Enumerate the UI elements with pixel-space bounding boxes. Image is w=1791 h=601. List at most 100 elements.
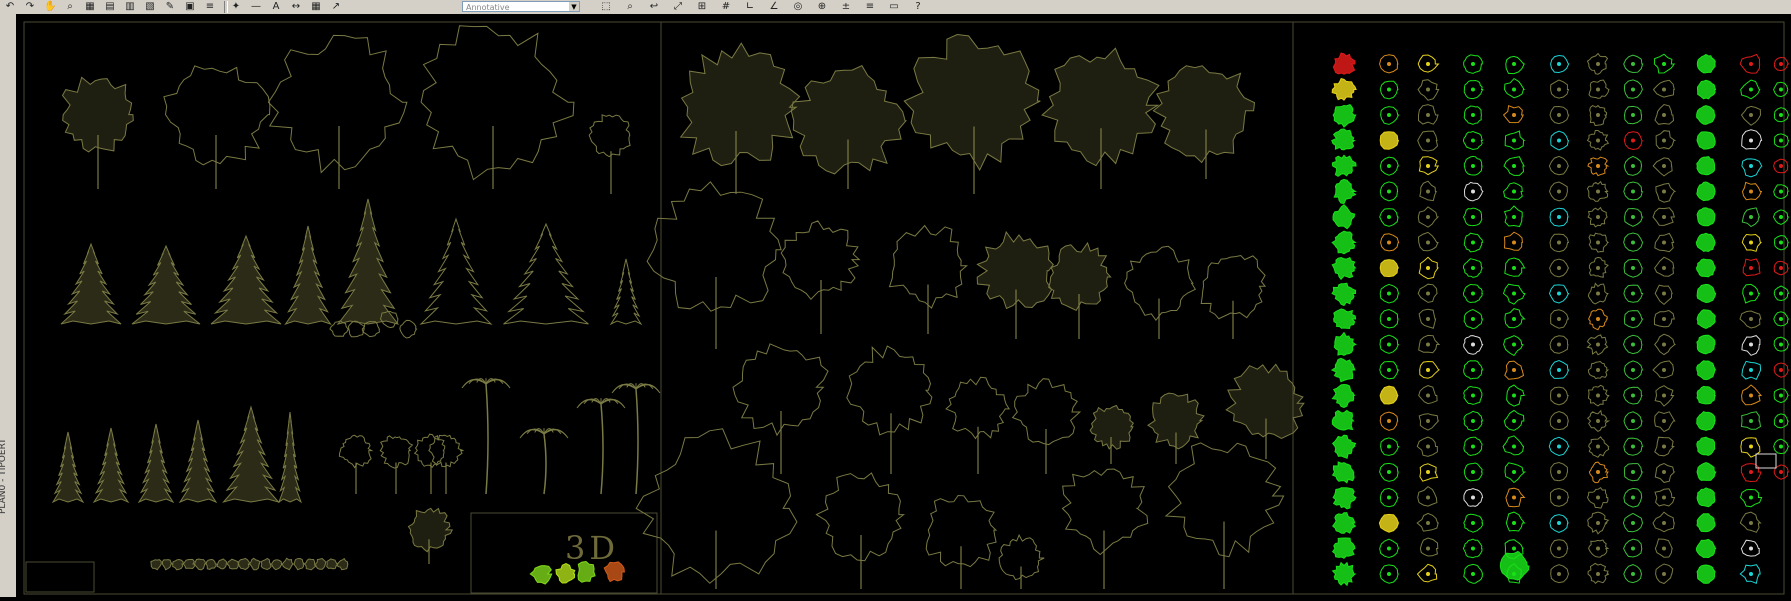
model-space-canvas[interactable]: 3D	[16, 14, 1791, 597]
zoom-extents-icon[interactable]: ⤢	[672, 1, 684, 12]
tree-canopy	[428, 434, 464, 468]
polar-icon[interactable]: ∠	[768, 1, 780, 12]
plan-symbol-center	[1557, 572, 1561, 576]
table-style-icon[interactable]: ▦	[310, 1, 322, 12]
zoom-window-icon[interactable]: ⌕	[624, 1, 636, 12]
plan-symbol-center	[1749, 368, 1753, 372]
plan-symbol-center	[1749, 572, 1753, 576]
plan-symbol-center	[1631, 546, 1635, 551]
shrub	[260, 557, 272, 571]
plan-symbol-center	[1631, 164, 1635, 168]
tree-canopy	[679, 42, 801, 167]
plan-symbol-center	[1779, 342, 1783, 347]
undo-icon[interactable]: ↶	[4, 1, 16, 12]
plan-symbol-center	[1512, 240, 1516, 245]
snap-icon[interactable]: ⊞	[696, 1, 708, 12]
calculator-icon[interactable]: ▣	[184, 1, 196, 12]
plan-symbol-center	[1426, 495, 1430, 500]
plan-symbol-center	[1512, 113, 1516, 117]
plan-symbol-center	[1779, 87, 1783, 92]
conifer-tree	[178, 419, 218, 504]
plan-symbol-center	[1749, 444, 1753, 449]
text-style-icon[interactable]: A	[270, 1, 282, 12]
palm-trunk	[635, 388, 639, 495]
linetype-icon[interactable]: —	[250, 1, 262, 12]
plan-symbol-center	[1631, 215, 1635, 219]
markup-icon[interactable]: ✎	[164, 1, 176, 12]
plan-symbol	[1697, 79, 1717, 100]
multileader-icon[interactable]: ↗	[330, 1, 342, 12]
deciduous-trees-group	[635, 33, 1305, 589]
plan-symbol-center	[1512, 215, 1516, 219]
plan-symbol-center	[1557, 470, 1561, 474]
plan-symbol-center	[1471, 444, 1475, 449]
plan-symbol-center	[1426, 342, 1430, 347]
plan-symbol-center	[1426, 62, 1430, 66]
dyn-icon[interactable]: ±	[840, 1, 852, 12]
palm-frond	[613, 383, 637, 392]
plan-symbol-center	[1662, 317, 1666, 321]
help-icon[interactable]: ?	[912, 1, 924, 12]
tree-canopy	[998, 533, 1045, 581]
properties-icon[interactable]: ▦	[84, 1, 96, 12]
redo-icon[interactable]: ↷	[24, 1, 36, 12]
plan-symbol-center	[1631, 419, 1635, 423]
plan-symbol	[1331, 282, 1357, 307]
lwt-icon[interactable]: ≡	[864, 1, 876, 12]
otrack-icon[interactable]: ⊕	[816, 1, 828, 12]
match-properties-icon[interactable]: ✦	[230, 1, 242, 12]
sidebar-label: PLAN0 - TIPOERT	[0, 438, 8, 514]
layer-icon[interactable]: ≡	[204, 1, 216, 12]
dim-style-icon[interactable]: ↔	[290, 1, 302, 12]
plan-symbol-center	[1596, 240, 1600, 245]
design-center-icon[interactable]: ▤	[104, 1, 116, 12]
grid-icon[interactable]: #	[720, 1, 732, 12]
pan-icon[interactable]: ✋	[44, 1, 56, 12]
conifer-tree	[92, 427, 130, 504]
plan-symbol	[1696, 309, 1716, 330]
chevron-down-icon[interactable]: ▼	[569, 2, 579, 11]
tool-palettes-icon[interactable]: ▥	[124, 1, 136, 12]
conifer-tree	[60, 242, 122, 325]
plan-symbol-center	[1631, 189, 1635, 194]
plan-symbol-center	[1596, 572, 1600, 576]
plan-symbol-center	[1662, 342, 1666, 347]
model-icon[interactable]: ▭	[888, 1, 900, 12]
plan-symbol-center	[1471, 495, 1475, 500]
plan-symbol	[1505, 511, 1526, 532]
zoom-previous-icon[interactable]: ↩	[648, 1, 660, 12]
plan-symbol-center	[1557, 521, 1561, 525]
plan-symbol-center	[1596, 546, 1600, 551]
plan-symbol-center	[1662, 572, 1666, 576]
plan-symbol-center	[1749, 470, 1753, 474]
annotation-scale-select[interactable]: Annotative ▼	[462, 1, 580, 12]
conifer-tree	[609, 258, 643, 326]
plan-symbol-center	[1662, 189, 1666, 194]
plan-symbol-center	[1426, 572, 1430, 576]
plan-symbol-center	[1631, 291, 1635, 296]
plan-symbol-center	[1779, 62, 1783, 66]
plan-symbol-center	[1426, 138, 1430, 143]
plan-symbols-group	[1330, 52, 1790, 587]
plan-symbol	[1331, 230, 1357, 255]
plan-symbol-center	[1387, 368, 1391, 372]
narrow-tree	[399, 319, 418, 339]
plan-symbol	[1696, 334, 1716, 355]
zoom-icon[interactable]: ⌕	[64, 1, 76, 12]
ortho-icon[interactable]: ∟	[744, 1, 756, 12]
plan-symbol-center	[1631, 342, 1635, 347]
plan-symbol-center	[1631, 240, 1635, 245]
plan-symbol-center	[1471, 164, 1475, 168]
plan-symbol-center	[1662, 546, 1666, 551]
plan-symbol-center	[1426, 470, 1430, 474]
plan-symbol	[1379, 385, 1399, 405]
sheet-set-icon[interactable]: ▧	[144, 1, 156, 12]
plan-symbol-center	[1779, 138, 1783, 143]
plan-symbol	[1333, 308, 1357, 330]
plan-symbol-center	[1596, 317, 1600, 321]
select-icon[interactable]: ⬚	[600, 1, 612, 12]
tree-canopy	[1061, 468, 1149, 556]
osnap-icon[interactable]: ◎	[792, 1, 804, 12]
plan-symbol-center	[1512, 521, 1516, 525]
shrub	[237, 557, 251, 571]
